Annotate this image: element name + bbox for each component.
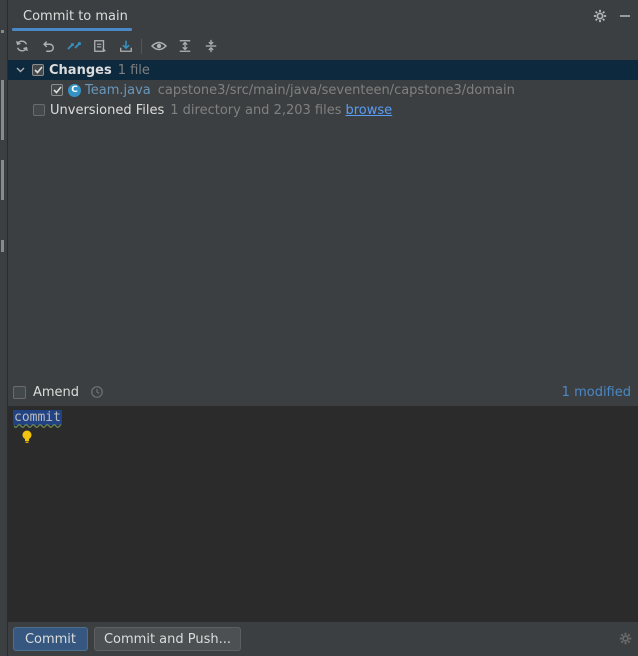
- commit-message-text[interactable]: commit: [13, 410, 62, 425]
- tab-active-indicator: [12, 28, 132, 31]
- chevron-down-icon[interactable]: [14, 67, 26, 73]
- changelist-icon[interactable]: [90, 36, 110, 56]
- file-checkbox[interactable]: [51, 84, 63, 96]
- history-icon[interactable]: [90, 385, 104, 403]
- strip-tab[interactable]: [1, 80, 4, 140]
- update-icon[interactable]: [116, 36, 136, 56]
- unversioned-label: Unversioned Files: [50, 102, 165, 118]
- strip-tab[interactable]: [1, 160, 4, 200]
- file-row[interactable]: C Team.java capstone3/src/main/java/seve…: [8, 80, 638, 100]
- commit-button[interactable]: Commit: [13, 627, 88, 651]
- file-path: capstone3/src/main/java/seventeen/capsto…: [157, 82, 515, 98]
- show-diff-icon[interactable]: [64, 36, 84, 56]
- gear-icon[interactable]: [592, 8, 608, 24]
- unversioned-checkbox[interactable]: [33, 104, 45, 116]
- commit-message-editor[interactable]: commit: [8, 406, 638, 622]
- view-options-icon[interactable]: [149, 36, 169, 56]
- changes-tree: Changes 1 file C Team.java capstone3/src…: [8, 60, 638, 380]
- file-name: Team.java: [85, 82, 151, 98]
- modified-count-link[interactable]: 1 modified: [562, 385, 631, 400]
- expand-all-icon[interactable]: [175, 36, 195, 56]
- toolbar-separator: [141, 39, 142, 54]
- lightbulb-icon[interactable]: [21, 430, 33, 448]
- changes-group-count: 1 file: [117, 62, 150, 78]
- unversioned-row[interactable]: Unversioned Files 1 directory and 2,203 …: [8, 100, 638, 120]
- commit-options-gear-icon[interactable]: [619, 632, 632, 649]
- browse-link[interactable]: browse: [345, 103, 392, 118]
- changes-group-row[interactable]: Changes 1 file: [8, 60, 638, 80]
- tab-commit[interactable]: Commit to main: [13, 6, 138, 28]
- commit-actions: Commit Commit and Push...: [8, 622, 638, 656]
- amend-checkbox[interactable]: [13, 386, 26, 399]
- panel-header: Commit to main: [8, 0, 638, 32]
- changes-group-label: Changes: [49, 62, 112, 78]
- tool-window-strip: [0, 0, 8, 656]
- java-class-icon: C: [68, 83, 81, 97]
- commit-toolbar: [8, 34, 638, 58]
- unversioned-summary: 1 directory and 2,203 files: [170, 102, 342, 118]
- commit-panel: Commit to main Changes 1 file C Team.jav…: [8, 0, 638, 656]
- rollback-icon[interactable]: [38, 36, 58, 56]
- strip-mark: [1, 30, 4, 33]
- collapse-all-icon[interactable]: [201, 36, 221, 56]
- amend-label[interactable]: Amend: [33, 385, 79, 400]
- amend-row: Amend 1 modified: [8, 381, 638, 405]
- refresh-icon[interactable]: [12, 36, 32, 56]
- strip-mark: [1, 240, 4, 252]
- minimize-icon[interactable]: [617, 8, 633, 24]
- changes-checkbox[interactable]: [32, 64, 44, 76]
- commit-and-push-button[interactable]: Commit and Push...: [94, 627, 241, 651]
